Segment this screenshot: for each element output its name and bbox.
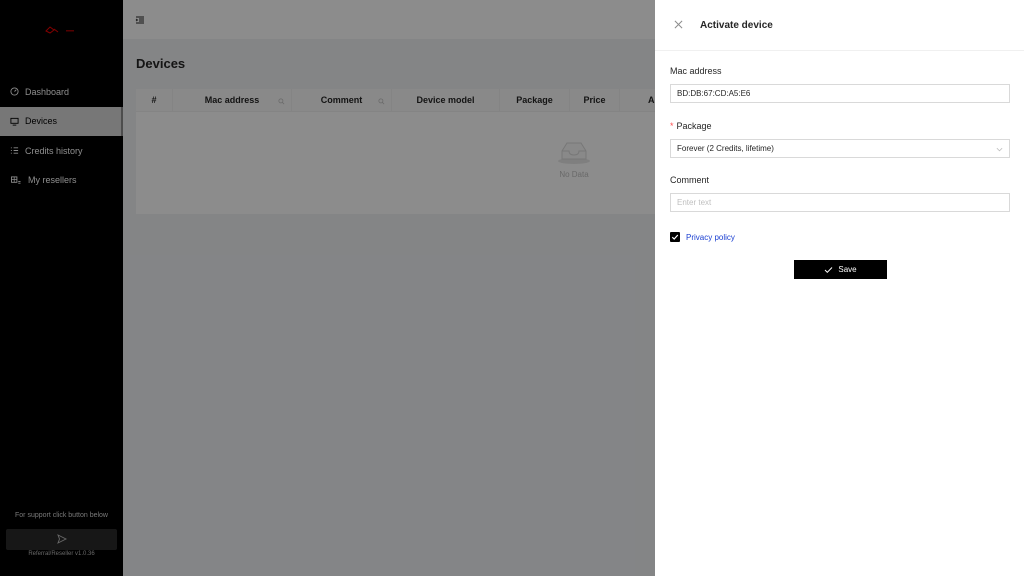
close-icon[interactable] bbox=[674, 20, 684, 30]
mac-address-field[interactable]: BD:DB:67:CD:A5:E6 bbox=[670, 84, 1010, 103]
drawer-header: Activate device bbox=[655, 0, 1024, 51]
package-selected-value: Forever (2 Credits, lifetime) bbox=[677, 144, 774, 153]
privacy-row: Privacy policy bbox=[670, 232, 1010, 242]
package-select[interactable]: Forever (2 Credits, lifetime) bbox=[670, 139, 1010, 158]
package-label: * Package bbox=[670, 121, 1010, 135]
required-asterisk: * bbox=[670, 121, 674, 131]
save-button[interactable]: Save bbox=[794, 260, 887, 279]
privacy-policy-link[interactable]: Privacy policy bbox=[686, 233, 735, 242]
comment-label: Comment bbox=[670, 175, 710, 185]
activate-device-drawer: Activate device Mac address BD:DB:67:CD:… bbox=[655, 0, 1024, 576]
drawer-title: Activate device bbox=[700, 19, 773, 31]
privacy-checkbox[interactable] bbox=[670, 232, 680, 242]
chevron-down-icon bbox=[996, 146, 1003, 153]
mac-address-label: Mac address bbox=[670, 66, 722, 76]
comment-input[interactable] bbox=[670, 193, 1010, 212]
save-label: Save bbox=[838, 265, 857, 274]
activate-form: Mac address BD:DB:67:CD:A5:E6 * Package F… bbox=[670, 66, 1010, 242]
package-label-text: Package bbox=[676, 121, 712, 131]
check-icon bbox=[824, 266, 833, 274]
